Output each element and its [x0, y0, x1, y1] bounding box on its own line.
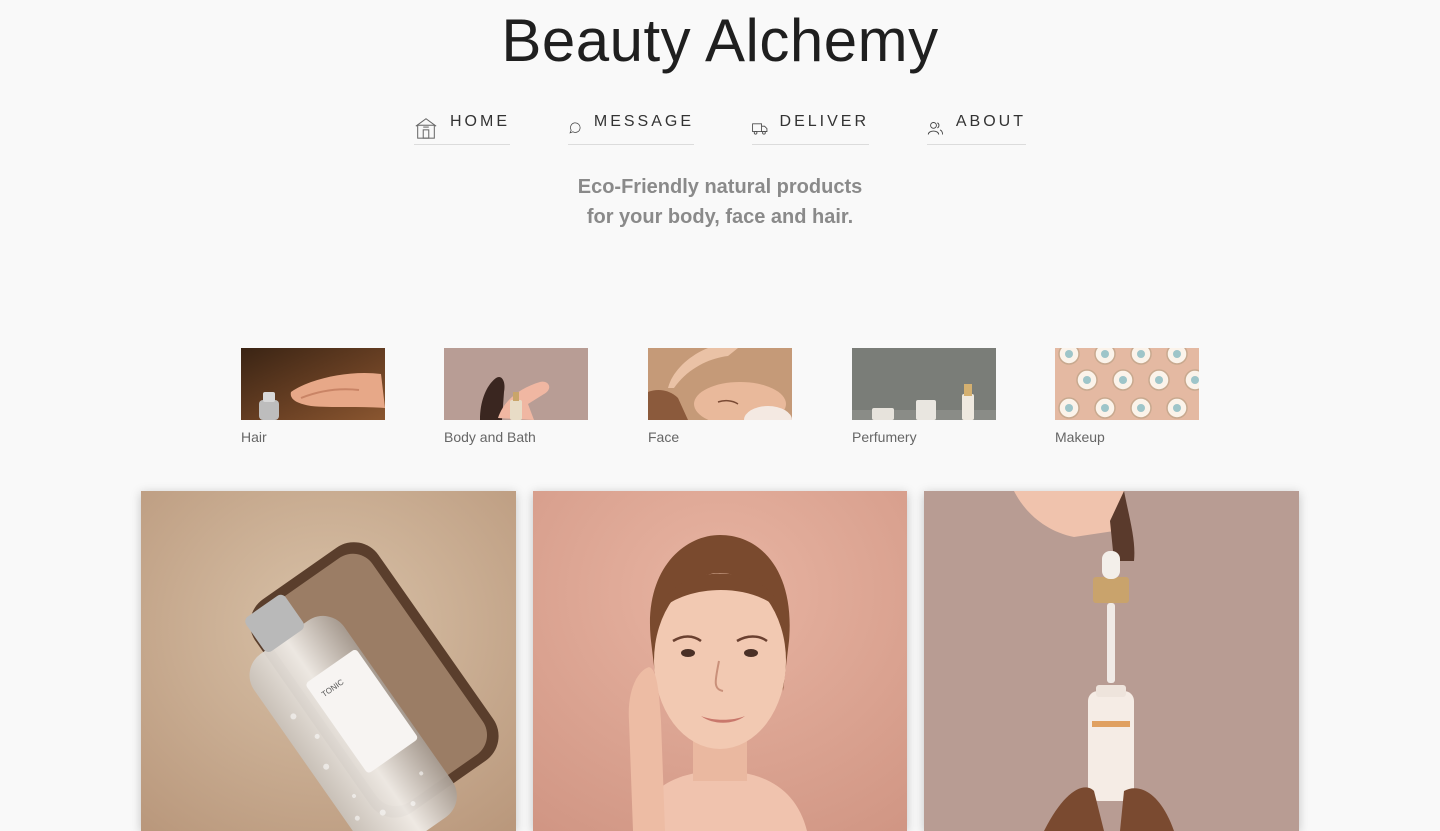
nav-about-link[interactable]: ABOUT — [927, 108, 1026, 145]
tonic-bottle-photo: TONIC — [141, 491, 516, 831]
tagline-line-2: for your body, face and hair. — [586, 206, 854, 228]
nav-home-link[interactable]: HOME — [414, 108, 510, 145]
nav-about-label: ABOUT — [955, 113, 1026, 130]
nav-message-label: MESSAGE — [593, 113, 694, 130]
category-hair-label: Hair — [241, 429, 267, 445]
truck-icon — [752, 123, 768, 135]
nav-home-label: HOME — [450, 113, 510, 130]
nav-deliver-label: DELIVER — [779, 113, 869, 130]
tagline-line-1: Eco-Friendly natural products — [577, 176, 863, 198]
category-body-and-bath-label: Body and Bath — [444, 429, 536, 445]
nav-message-link[interactable]: MESSAGE — [568, 108, 694, 145]
category-face-label: Face — [648, 429, 680, 445]
tagline: Eco-Friendly natural products for your b… — [0, 172, 1440, 232]
serum-dropper-photo — [924, 491, 1299, 831]
category-face-image — [648, 348, 792, 420]
chat-bubble-icon — [569, 122, 581, 134]
main-nav: HOME MESSAGE DELIVER ABOUT — [0, 108, 1440, 148]
product-card-portrait[interactable] — [533, 491, 907, 831]
category-makeup-image — [1055, 348, 1199, 420]
category-hair-image — [241, 348, 385, 420]
site-title: Beauty Alchemy — [501, 7, 939, 74]
product-card-tonic[interactable]: TONIC — [141, 491, 516, 831]
category-makeup-label: Makeup — [1055, 429, 1105, 445]
nav-deliver-link[interactable]: DELIVER — [752, 108, 869, 145]
category-body-and-bath[interactable]: Body and Bath — [444, 348, 588, 445]
category-face[interactable]: Face — [648, 348, 792, 445]
category-hair[interactable]: Hair — [241, 348, 385, 445]
category-perfumery[interactable]: Perfumery — [852, 348, 996, 445]
category-perfumery-image — [852, 348, 996, 420]
featured-products: TONIC — [0, 491, 1440, 831]
category-makeup[interactable]: Makeup — [1055, 348, 1199, 445]
product-card-serum[interactable] — [924, 491, 1299, 831]
category-perfumery-label: Perfumery — [852, 429, 917, 445]
home-icon — [415, 118, 437, 139]
category-body-and-bath-image — [444, 348, 588, 420]
woman-portrait-photo — [533, 491, 907, 831]
users-icon — [927, 122, 944, 135]
